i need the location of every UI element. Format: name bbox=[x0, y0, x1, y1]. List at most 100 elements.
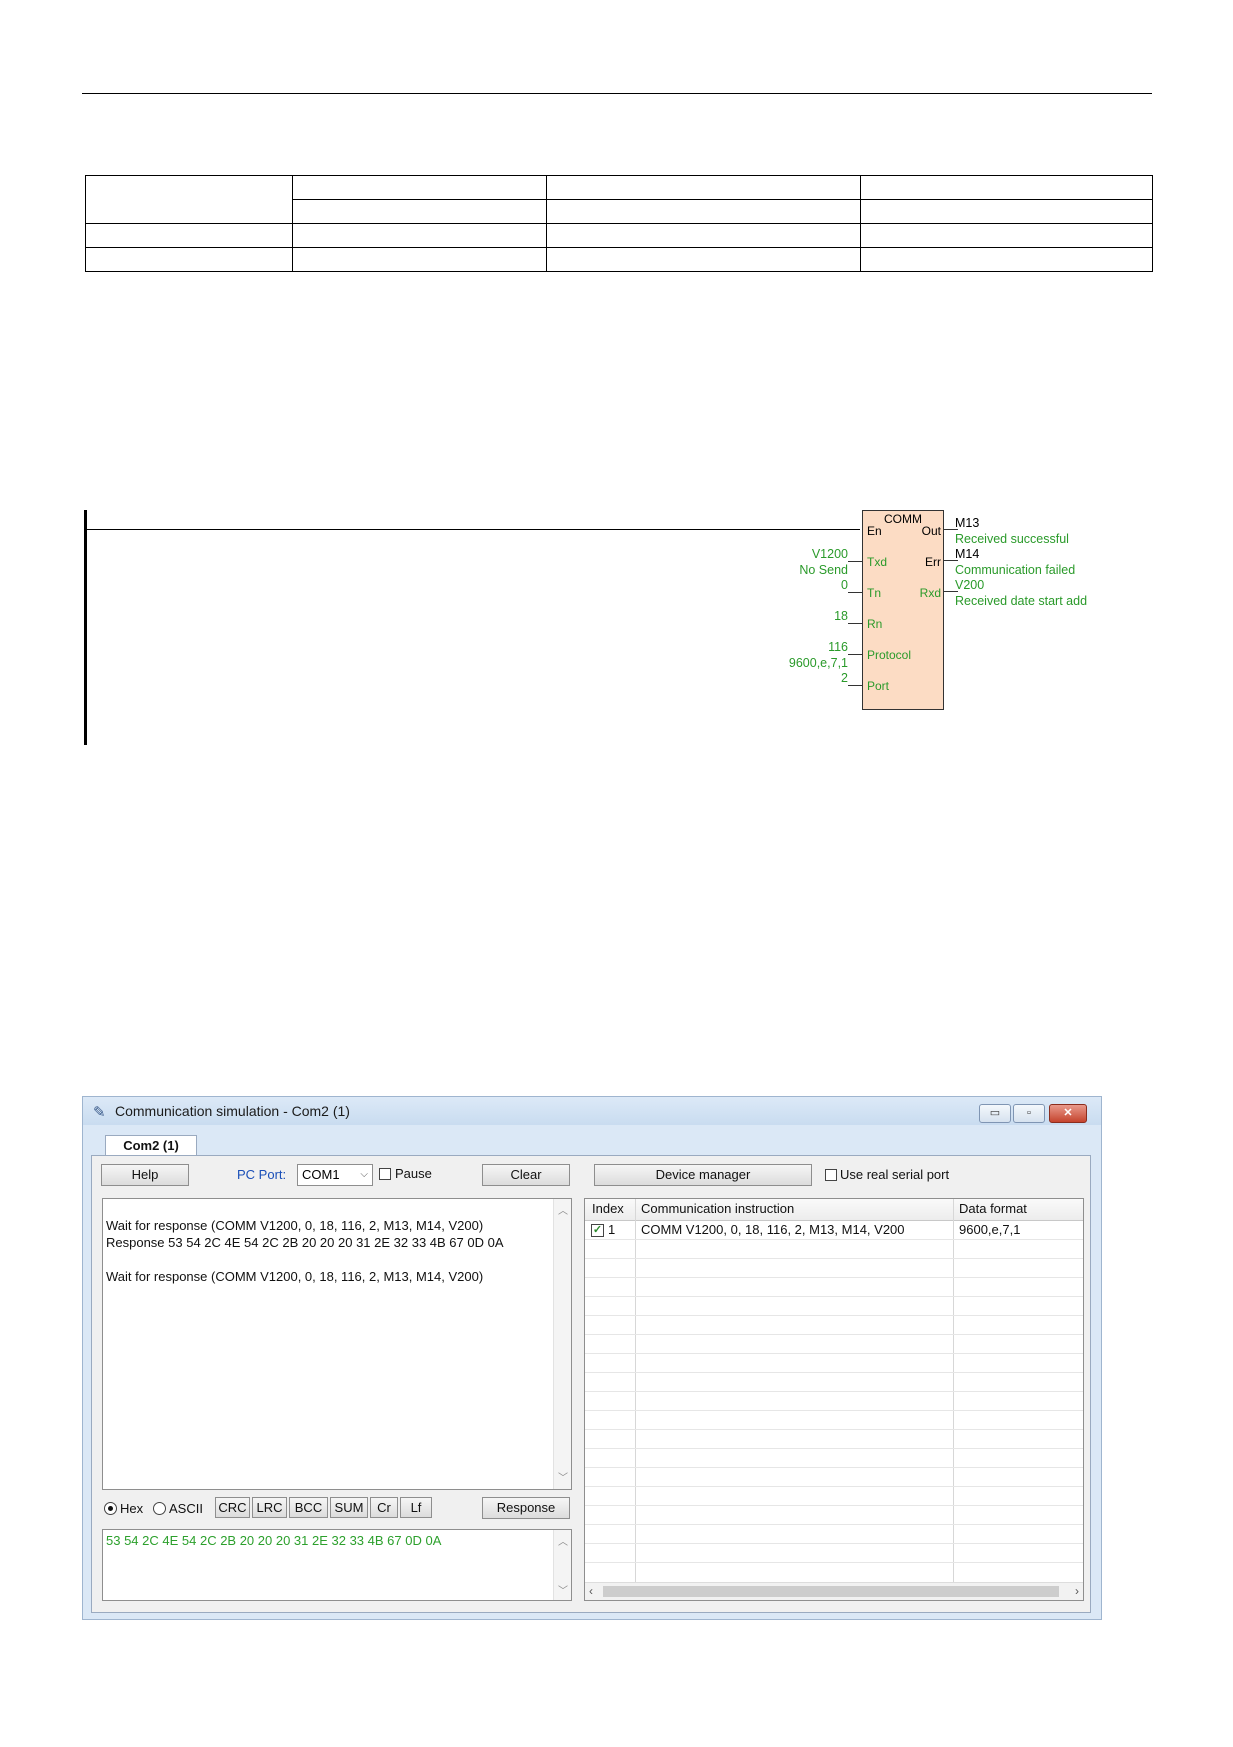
use-real-serial-port-label: Use real serial port bbox=[840, 1167, 950, 1182]
clear-button[interactable]: Clear bbox=[482, 1164, 570, 1186]
cr-button[interactable]: Cr bbox=[370, 1497, 398, 1518]
scroll-left-icon[interactable]: ‹ bbox=[589, 1584, 593, 1598]
column-header-format[interactable]: Data format bbox=[959, 1201, 1027, 1216]
pc-port-label: PC Port: bbox=[237, 1167, 287, 1182]
instruction-grid[interactable]: Index Communication instruction Data for… bbox=[584, 1198, 1084, 1601]
tn-value: 0 bbox=[841, 578, 848, 592]
scroll-down-icon[interactable]: ﹀ bbox=[558, 1469, 568, 1484]
row-divider bbox=[585, 1296, 1083, 1297]
tn-stub bbox=[848, 592, 862, 593]
row-divider bbox=[585, 1353, 1083, 1354]
table-cell bbox=[85, 175, 293, 224]
table-cell bbox=[292, 175, 547, 200]
table-cell bbox=[292, 223, 547, 248]
table-cell bbox=[546, 199, 861, 224]
pause-checkbox[interactable] bbox=[379, 1168, 391, 1180]
column-header-index[interactable]: Index bbox=[592, 1201, 624, 1216]
ascii-radio[interactable] bbox=[153, 1502, 166, 1515]
sum-button[interactable]: SUM bbox=[330, 1497, 368, 1518]
row-divider bbox=[585, 1524, 1083, 1525]
protocol-comment: 9600,e,7,1 bbox=[788, 656, 848, 670]
port-stub bbox=[848, 685, 862, 686]
txd-stub bbox=[848, 561, 862, 562]
table-cell bbox=[860, 223, 1153, 248]
help-button[interactable]: Help bbox=[101, 1164, 189, 1186]
bcc-button[interactable]: BCC bbox=[289, 1497, 328, 1518]
device-manager-button[interactable]: Device manager bbox=[594, 1164, 812, 1186]
crc-button[interactable]: CRC bbox=[215, 1497, 250, 1518]
rxd-address: V200 bbox=[955, 578, 985, 592]
row-enable-checkbox[interactable]: ✓ bbox=[591, 1224, 604, 1237]
close-button[interactable]: ✕ bbox=[1049, 1104, 1087, 1123]
log-output[interactable]: Wait for response (COMM V1200, 0, 18, 11… bbox=[102, 1198, 572, 1490]
window-title: Communication simulation - Com2 (1) bbox=[115, 1103, 350, 1119]
scroll-up-icon[interactable]: ︿ bbox=[558, 1202, 568, 1217]
row-divider bbox=[585, 1410, 1083, 1411]
communication-simulation-window: ✎ Communication simulation - Com2 (1) ▭ … bbox=[82, 1096, 1102, 1620]
txd-value: V1200 bbox=[811, 547, 848, 561]
err-address: M14 bbox=[955, 547, 980, 561]
err-comment: Communication failed bbox=[955, 563, 1076, 577]
row-instruction: COMM V1200, 0, 18, 116, 2, M13, M14, V20… bbox=[641, 1222, 905, 1237]
row-divider bbox=[585, 1391, 1083, 1392]
pin-port: Port bbox=[867, 679, 890, 693]
scrollbar-thumb[interactable] bbox=[603, 1586, 1059, 1597]
rn-stub bbox=[848, 623, 862, 624]
log-scrollbar[interactable]: ︿ ﹀ bbox=[553, 1199, 571, 1489]
log-line: Wait for response (COMM V1200, 0, 18, 11… bbox=[106, 1269, 484, 1284]
use-real-serial-port-checkbox[interactable] bbox=[825, 1169, 837, 1181]
grid-horizontal-scrollbar[interactable]: ‹ › bbox=[585, 1582, 1083, 1600]
pin-rxd: Rxd bbox=[919, 586, 941, 600]
row-divider bbox=[585, 1258, 1083, 1259]
out-comment: Received successful bbox=[955, 532, 1069, 546]
pin-en: En bbox=[867, 524, 882, 538]
row-format: 9600,e,7,1 bbox=[959, 1222, 1021, 1237]
main-panel: Help PC Port: COM1 ⌵ Pause Clear Device … bbox=[91, 1155, 1091, 1613]
row-divider bbox=[585, 1448, 1083, 1449]
row-divider bbox=[585, 1429, 1083, 1430]
response-button[interactable]: Response bbox=[482, 1497, 570, 1519]
scroll-down-icon[interactable]: ﹀ bbox=[558, 1582, 568, 1597]
column-divider bbox=[953, 1199, 954, 1600]
scroll-up-icon[interactable]: ︿ bbox=[558, 1533, 568, 1548]
response-text: 53 54 2C 4E 54 2C 2B 20 20 20 31 2E 32 3… bbox=[106, 1533, 442, 1548]
minimize-button[interactable]: ▭ bbox=[979, 1104, 1011, 1123]
row-divider bbox=[585, 1372, 1083, 1373]
pc-port-select[interactable]: COM1 ⌵ bbox=[297, 1164, 373, 1186]
pc-port-value: COM1 bbox=[302, 1167, 340, 1182]
maximize-button[interactable]: ▫ bbox=[1013, 1104, 1045, 1123]
pause-label: Pause bbox=[395, 1166, 432, 1181]
hex-label: Hex bbox=[120, 1501, 144, 1516]
response-input[interactable]: 53 54 2C 4E 54 2C 2B 20 20 20 31 2E 32 3… bbox=[102, 1529, 572, 1601]
pin-tn: Tn bbox=[867, 586, 882, 600]
rxd-comment: Received date start add bbox=[955, 594, 1088, 608]
empty-table bbox=[85, 175, 1153, 272]
log-line: Response 53 54 2C 4E 54 2C 2B 20 20 20 3… bbox=[106, 1235, 504, 1250]
row-divider bbox=[585, 1315, 1083, 1316]
table-cell bbox=[860, 247, 1153, 272]
row-divider bbox=[585, 1505, 1083, 1506]
hex-radio[interactable] bbox=[104, 1502, 117, 1515]
pin-txd: Txd bbox=[867, 555, 888, 569]
column-header-instruction[interactable]: Communication instruction bbox=[641, 1201, 794, 1216]
log-line: Wait for response (COMM V1200, 0, 18, 11… bbox=[106, 1218, 484, 1233]
lrc-button[interactable]: LRC bbox=[252, 1497, 287, 1518]
row-index: 1 bbox=[608, 1222, 616, 1237]
tab-com2[interactable]: Com2 (1) bbox=[105, 1135, 197, 1157]
response-scrollbar[interactable]: ︿ ﹀ bbox=[553, 1530, 571, 1600]
pin-out: Out bbox=[921, 524, 941, 538]
scroll-right-icon[interactable]: › bbox=[1075, 1584, 1079, 1598]
table-cell bbox=[860, 175, 1153, 200]
table-cell bbox=[85, 247, 293, 272]
app-icon: ✎ bbox=[93, 1104, 106, 1121]
table-cell bbox=[546, 223, 861, 248]
txd-comment: No Send bbox=[799, 563, 848, 577]
row-divider bbox=[585, 1562, 1083, 1563]
column-divider bbox=[635, 1199, 636, 1600]
window-titlebar[interactable]: ✎ Communication simulation - Com2 (1) ▭ … bbox=[83, 1097, 1101, 1125]
comm-function-block[interactable]: COMM En Txd Tn Rn Protocol Port Out Err … bbox=[862, 510, 944, 710]
lf-button[interactable]: Lf bbox=[400, 1497, 432, 1518]
row-divider bbox=[585, 1543, 1083, 1544]
protocol-value: 116 bbox=[828, 640, 848, 654]
power-rail bbox=[84, 510, 87, 745]
